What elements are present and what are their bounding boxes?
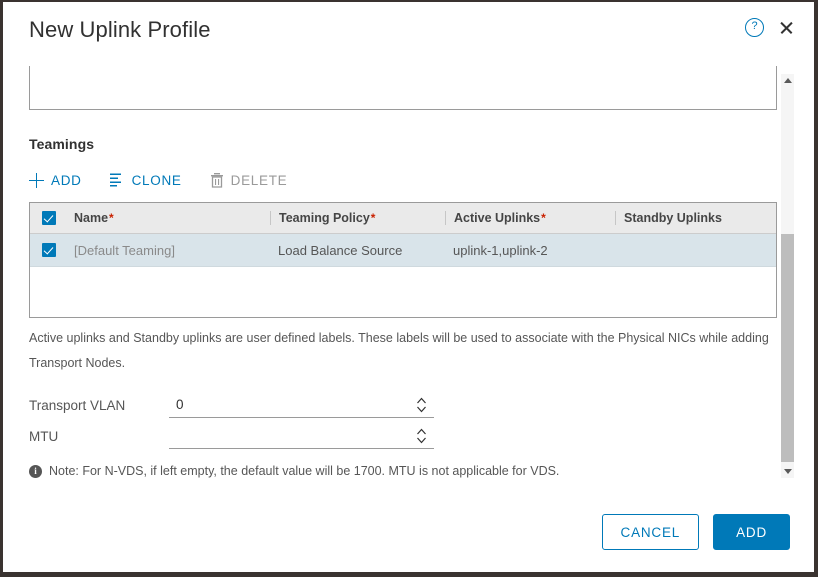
column-header-name-label: Name (74, 211, 109, 225)
column-header-teaming-policy[interactable]: Teaming Policy* (270, 211, 445, 225)
mtu-label: MTU (29, 429, 59, 444)
table-header-row: Name* Teaming Policy* Active Uplinks* St… (30, 203, 776, 234)
dialog-title: New Uplink Profile (29, 17, 211, 42)
info-icon: i (29, 465, 42, 478)
transport-vlan-row: Transport VLAN (29, 390, 779, 421)
required-asterisk: * (370, 211, 376, 225)
row-cell-name: [Default Teaming] (74, 242, 175, 258)
transport-vlan-input[interactable] (169, 393, 401, 415)
select-all-checkbox[interactable] (42, 211, 56, 225)
close-icon[interactable] (778, 20, 794, 36)
body-scrollbar[interactable] (781, 74, 794, 478)
new-uplink-profile-dialog: New Uplink Profile ? Teamings ADD CLONE … (3, 2, 814, 572)
clone-teaming-label: CLONE (131, 172, 182, 188)
row-cell-active-uplinks: uplink-1,uplink-2 (453, 242, 548, 258)
teamings-toolbar: ADD CLONE DELETE (29, 168, 779, 192)
dialog-header: New Uplink Profile ? (3, 2, 814, 58)
column-header-active-uplinks[interactable]: Active Uplinks* (445, 211, 615, 225)
add-teaming-button[interactable]: ADD (29, 172, 82, 188)
mtu-input[interactable] (169, 424, 401, 446)
delete-teaming-label: DELETE (230, 172, 288, 188)
plus-icon (29, 172, 44, 188)
column-header-active-uplinks-label: Active Uplinks (454, 211, 541, 225)
teamings-section-title: Teamings (29, 136, 95, 152)
transport-vlan-input-wrap (169, 393, 434, 418)
mtu-row: MTU (29, 421, 779, 452)
trash-icon (210, 172, 224, 188)
cancel-button[interactable]: CANCEL (601, 514, 700, 550)
dialog-footer: CANCEL ADD (3, 492, 814, 572)
column-header-teaming-policy-label: Teaming Policy (279, 211, 370, 225)
uplinks-helper-text: Active uplinks and Standby uplinks are u… (29, 331, 769, 370)
caret-up-icon[interactable] (781, 74, 794, 87)
clone-teaming-button[interactable]: CLONE (109, 172, 182, 188)
profile-form: Transport VLAN MTU (29, 390, 779, 478)
add-button[interactable]: ADD (713, 514, 790, 550)
table-row[interactable]: [Default Teaming] Load Balance Source up… (30, 234, 776, 267)
teamings-table: Name* Teaming Policy* Active Uplinks* St… (29, 202, 777, 318)
caret-down-icon[interactable] (781, 465, 794, 478)
mtu-input-wrap (169, 424, 434, 449)
delete-teaming-button[interactable]: DELETE (210, 172, 288, 188)
mtu-note: i Note: For N-VDS, if left empty, the de… (29, 464, 779, 478)
transport-vlan-label: Transport VLAN (29, 398, 126, 413)
row-cell-teaming-policy: Load Balance Source (278, 242, 403, 258)
row-select-cell (30, 243, 66, 257)
row-select-checkbox[interactable] (42, 243, 56, 257)
help-circle-icon[interactable]: ? (745, 18, 764, 37)
description-textarea[interactable] (29, 66, 777, 110)
required-asterisk: * (109, 211, 114, 225)
dialog-body: Teamings ADD CLONE DELETE Name* Teaming … (3, 66, 814, 486)
scrollbar-thumb[interactable] (781, 234, 794, 462)
mtu-note-text: Note: For N-VDS, if left empty, the defa… (49, 464, 560, 478)
clone-icon (109, 173, 125, 187)
mtu-stepper[interactable] (415, 426, 428, 446)
required-asterisk: * (541, 211, 546, 225)
column-header-standby-uplinks[interactable]: Standby Uplinks (615, 211, 775, 225)
add-teaming-label: ADD (51, 172, 82, 188)
transport-vlan-stepper[interactable] (415, 395, 428, 415)
column-header-standby-uplinks-label: Standby Uplinks (624, 211, 722, 225)
select-all-cell (30, 211, 66, 225)
header-actions: ? (745, 18, 794, 37)
table-empty-space (30, 267, 776, 317)
column-header-name[interactable]: Name* (66, 211, 270, 225)
